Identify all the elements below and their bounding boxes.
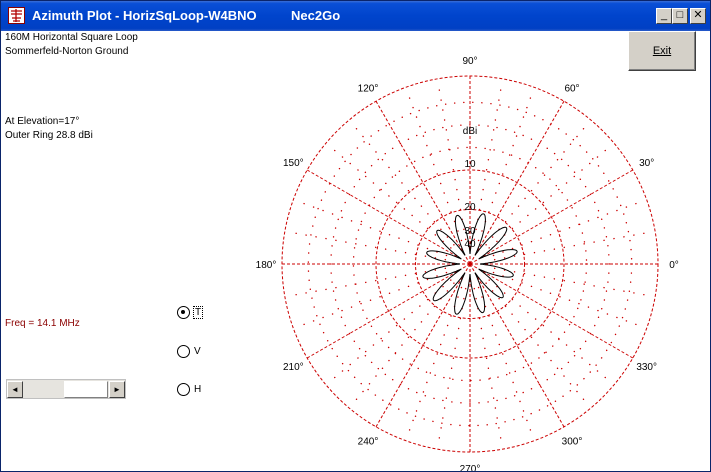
dotted-spoke-320 <box>488 279 612 384</box>
angle-label-330: 330° <box>636 362 657 373</box>
arrow-right-icon: ► <box>113 385 121 394</box>
dotted-spoke-160 <box>296 200 448 257</box>
antenna-name: 160M Horizontal Square Loop <box>5 32 138 43</box>
client-area: 0° 30° 60° 90° 120° 150° 180° 210° 240° 270° 300° 3… <box>1 31 710 471</box>
radio-vertical[interactable] <box>177 345 190 358</box>
dotted-spoke-140 <box>328 144 452 249</box>
app-icon[interactable] <box>8 7 25 24</box>
dotted-spoke-250 <box>406 286 463 438</box>
angle-label-0: 0° <box>669 260 679 271</box>
dotted-spoke-40 <box>488 144 612 249</box>
outer-ring-label: Outer Ring 28.8 dBi <box>5 130 93 141</box>
angle-label-150: 150° <box>283 158 304 169</box>
radio-horizontal[interactable] <box>177 383 190 396</box>
spoke-300 <box>469 263 565 428</box>
angle-label-30: 30° <box>639 158 654 169</box>
close-button[interactable]: ✕ <box>690 8 706 24</box>
dotted-spoke-230 <box>350 282 455 406</box>
radio-horizontal-label: H <box>194 384 202 395</box>
radio-vertical-label: V <box>194 346 201 357</box>
scroll-left-button[interactable]: ◄ <box>7 381 23 398</box>
dotted-spoke-310 <box>485 282 590 406</box>
angle-label-90: 90° <box>462 56 477 67</box>
maximize-button[interactable]: □ <box>672 8 688 24</box>
ring-label-10: 10 <box>464 159 476 170</box>
dotted-spoke-200 <box>296 271 448 328</box>
angle-label-60: 60° <box>564 83 579 94</box>
exit-button[interactable]: Exit <box>628 31 696 71</box>
title-bar[interactable]: Azimuth Plot - HorizSqLoop-W4BNO Nec2Go … <box>1 1 710 31</box>
dotted-spoke-50 <box>485 122 590 246</box>
minimize-icon: _ <box>660 9 668 21</box>
azimuth-plot-window: Azimuth Plot - HorizSqLoop-W4BNO Nec2Go … <box>0 0 711 472</box>
unit-label: dBi <box>463 126 477 137</box>
azimuth-polar-plot: 0° 30° 60° 90° 120° 150° 180° 210° 240° 270° 300° 3… <box>256 56 679 471</box>
dotted-spoke-290 <box>477 286 534 438</box>
angle-label-180: 180° <box>256 260 277 271</box>
dotted-spoke-130 <box>350 122 455 246</box>
window-title-app: Nec2Go <box>291 8 341 23</box>
scroll-right-button[interactable]: ► <box>109 381 125 398</box>
angle-label-240: 240° <box>358 437 379 448</box>
window-title: Azimuth Plot - HorizSqLoop-W4BNO <box>32 8 257 23</box>
scroll-thumb[interactable] <box>64 381 108 398</box>
minimize-button[interactable]: _ <box>656 8 672 24</box>
dotted-spoke-110 <box>406 90 463 242</box>
dotted-spoke-220 <box>328 279 452 384</box>
exit-button-label: Exit <box>652 45 672 57</box>
angle-label-210: 210° <box>283 362 304 373</box>
spoke-330 <box>469 263 634 359</box>
angle-label-120: 120° <box>358 83 379 94</box>
radio-total-label: T <box>192 306 204 319</box>
angle-label-300: 300° <box>562 437 583 448</box>
spoke-120 <box>375 100 471 265</box>
radio-total[interactable] <box>177 306 190 319</box>
dotted-spoke-340 <box>492 271 644 328</box>
dotted-spoke-70 <box>477 90 534 242</box>
frequency-label: Freq = 14.1 MHz <box>5 318 80 329</box>
dotted-spoke-20 <box>492 200 644 257</box>
arrow-left-icon: ◄ <box>11 385 19 394</box>
close-icon: ✕ <box>693 9 703 21</box>
elevation-scrollbar[interactable]: ◄ ► <box>6 379 126 399</box>
ring-label-20: 20 <box>464 202 476 213</box>
spoke-150 <box>306 169 471 265</box>
ground-type: Sommerfeld-Norton Ground <box>5 46 129 57</box>
maximize-icon: □ <box>676 9 684 21</box>
elevation-label: At Elevation=17° <box>5 116 80 127</box>
angle-label-270: 270° <box>460 464 481 471</box>
